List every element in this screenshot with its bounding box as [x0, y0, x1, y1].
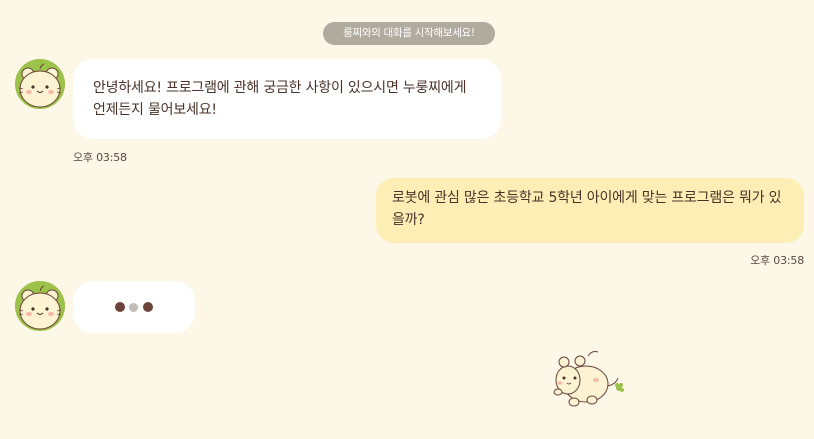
- bot-message-line: 언제든지 물어보세요!: [93, 102, 217, 118]
- user-message-line: 을까?: [392, 212, 425, 228]
- user-message-line: 로봇에 관심 많은 초등학교 5학년 아이에게 맞는 프로그램은 뭐가 있: [392, 190, 782, 206]
- typing-indicator: [73, 281, 195, 333]
- bot-avatar: [15, 281, 65, 331]
- user-message-bubble: 로봇에 관심 많은 초등학교 5학년 아이에게 맞는 프로그램은 뭐가 있 을까…: [376, 178, 804, 243]
- user-message-timestamp: 오후 03:58: [750, 254, 804, 267]
- typing-dot: [115, 302, 125, 312]
- bot-message-bubble: 안녕하세요! 프로그램에 관해 궁금한 사항이 있으시면 누룽찌에게 언제든지 …: [73, 59, 501, 139]
- chat-window: 룽찌와의 대화를 시작해보세요! 안녕하세요! 프로그램에 관해 궁금한 사항이…: [0, 0, 814, 439]
- bot-message-line: 안녕하세요! 프로그램에 관해 궁금한 사항이 있으시면 누룽찌에게: [93, 80, 467, 96]
- typing-dot: [143, 302, 153, 312]
- bot-message-timestamp: 오후 03:58: [73, 151, 127, 164]
- hamster-mascot-icon: [15, 59, 65, 109]
- hamster-mascot-icon: [15, 281, 65, 331]
- chat-start-notice: 룽찌와의 대화를 시작해보세요!: [323, 22, 495, 45]
- typing-dot: [129, 303, 138, 312]
- running-hamster-icon: [553, 351, 624, 407]
- bot-avatar: [15, 59, 65, 109]
